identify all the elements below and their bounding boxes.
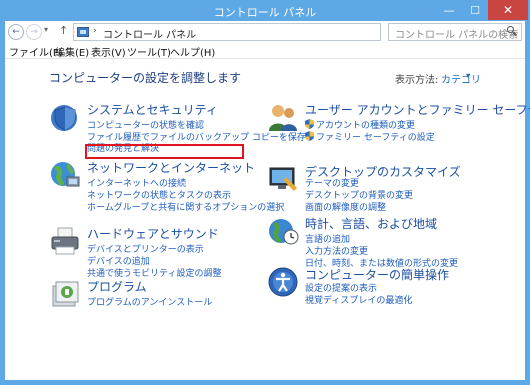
forward-button[interactable]: → (26, 24, 42, 40)
breadcrumb-separator-icon[interactable]: › (93, 26, 97, 36)
category-title[interactable]: プログラム (87, 278, 147, 295)
category-title[interactable]: ユーザー アカウントとファミリー セーフティ (305, 101, 530, 118)
maximize-button[interactable]: ☐ (462, 0, 488, 20)
uac-shield-icon (305, 131, 314, 141)
highlight-annotation (85, 144, 244, 159)
category-title[interactable]: ハードウェアとサウンド (87, 225, 219, 242)
control-panel-icon (77, 27, 89, 37)
recent-locations-chevron-down-icon[interactable]: ▾ (44, 25, 48, 34)
category-link[interactable]: プログラムのアンインストール (87, 295, 212, 308)
globe-clock-icon (269, 219, 299, 245)
network-globe-icon (51, 162, 80, 187)
view-by-label: 表示方法: (395, 75, 439, 86)
menu-help[interactable]: ヘルプ(H) (170, 44, 215, 59)
search-placeholder: コントロール パネルの検索 (395, 30, 519, 41)
title-bar[interactable]: コントロール パネル — ☐ ✕ (0, 0, 530, 21)
category-link[interactable]: 視覚ディスプレイの最適化 (305, 293, 412, 306)
minimize-button[interactable]: — (436, 0, 462, 20)
main-content: コンピューターの設定を調整します 表示方法: カテゴリ ▾ システムとセキュリテ… (5, 59, 530, 380)
menu-edit[interactable]: 編集(E) (55, 44, 89, 59)
search-input[interactable]: コントロール パネルの検索 (388, 23, 522, 41)
close-button[interactable]: ✕ (488, 0, 528, 20)
address-bar[interactable]: › コントロール パネル ▾ ↻ (73, 23, 446, 41)
category-link[interactable]: 画面の解像度の調整 (305, 200, 386, 213)
category-link[interactable]: ホームグループと共有に関するオプションの選択 (87, 200, 284, 213)
uac-shield-icon (305, 119, 314, 129)
programs-icon (52, 281, 79, 307)
view-by-chevron-down-icon[interactable]: ▾ (466, 71, 470, 80)
category-link[interactable]: ファミリー セーフティの設定 (316, 130, 435, 143)
ease-of-access-icon (268, 267, 298, 297)
category-title[interactable]: システムとセキュリティ (87, 101, 218, 118)
view-by-dropdown[interactable]: カテゴリ (441, 71, 481, 86)
users-icon (269, 105, 297, 131)
shield-icon (51, 105, 77, 131)
back-button[interactable]: ← (8, 24, 24, 40)
page-title: コンピューターの設定を調整します (49, 71, 242, 85)
menu-tools[interactable]: ツール(T) (127, 44, 171, 59)
search-icon[interactable] (507, 26, 517, 36)
window-client-area: ← → ▾ ↑ › コントロール パネル ▾ ↻ コントロール パネルの検索 フ… (5, 21, 530, 380)
printer-icon (51, 227, 79, 255)
category-title[interactable]: 時計、言語、および地域 (305, 215, 437, 232)
navigation-bar: ← → ▾ ↑ › コントロール パネル ▾ ↻ コントロール パネルの検索 (5, 21, 525, 43)
menu-bar: ファイル(F) 編集(E) 表示(V) ツール(T) ヘルプ(H) (5, 43, 525, 59)
up-button[interactable]: ↑ (59, 24, 68, 37)
breadcrumb[interactable]: コントロール パネル (103, 26, 196, 41)
menu-view[interactable]: 表示(V) (91, 44, 126, 59)
category-title[interactable]: ネットワークとインターネット (87, 159, 255, 176)
desktop-customization-icon (269, 167, 297, 191)
control-panel-window: コントロール パネル — ☐ ✕ ← → ▾ ↑ › コントロール パネル ▾ … (0, 0, 530, 385)
